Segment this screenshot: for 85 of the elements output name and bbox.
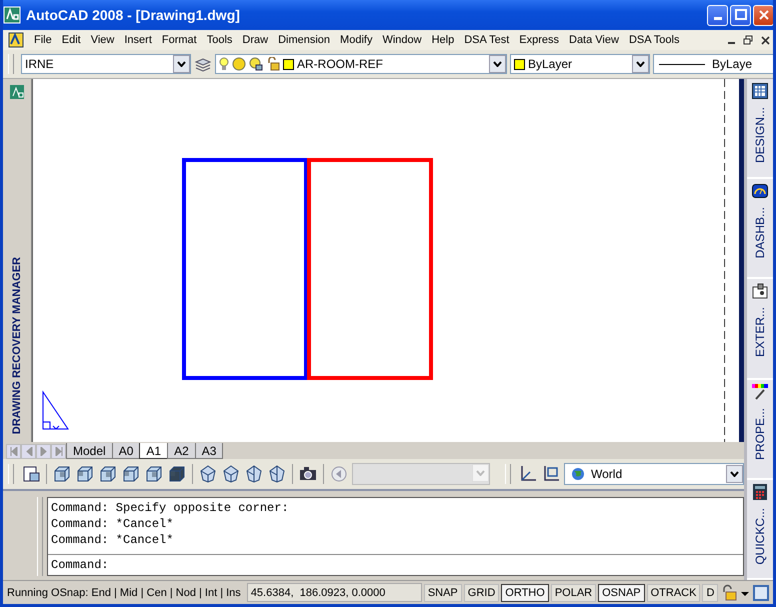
minimize-button[interactable] <box>707 4 728 26</box>
calculator-icon <box>752 484 768 500</box>
restore-icon <box>743 35 753 45</box>
menu-item[interactable]: File <box>30 34 58 46</box>
layout-tab[interactable]: Model <box>66 443 113 459</box>
grid-icon <box>752 83 768 99</box>
sun-icon <box>249 57 263 71</box>
caret-icon <box>493 61 502 67</box>
palette-icon <box>752 384 768 400</box>
layer-dropdown[interactable]: AR-ROOM-REF <box>215 54 507 74</box>
palette-title: DRAWING RECOVERY MANAGER <box>11 256 23 434</box>
app-icon <box>3 6 21 24</box>
linetype-dropdown[interactable]: ByLaye <box>653 54 773 74</box>
isometric-view-icon[interactable] <box>198 464 218 484</box>
menu-item[interactable]: Help <box>428 34 460 46</box>
menu-item[interactable]: Draw <box>238 34 274 46</box>
isometric-view-icon[interactable] <box>221 464 241 484</box>
status-toggle[interactable]: OTRACK <box>646 584 700 602</box>
status-toggle[interactable]: POLAR <box>550 584 596 602</box>
isometric-view-icon[interactable] <box>244 464 264 484</box>
gauge-icon <box>752 183 768 200</box>
color-swatch <box>283 58 294 70</box>
status-toggle[interactable]: SNAP <box>424 584 462 602</box>
cube-icon[interactable] <box>144 464 164 484</box>
layout-tab[interactable]: A3 <box>194 443 224 459</box>
menu-item[interactable]: Window <box>378 34 428 46</box>
cube-icon[interactable] <box>98 464 118 484</box>
command-history-line: Command: *Cancel* <box>51 516 174 532</box>
menu-item[interactable]: Data View <box>565 34 625 46</box>
command-line[interactable]: Command: <box>48 554 743 575</box>
caret-icon <box>636 61 645 67</box>
layer-state-dropdown[interactable]: IRNE <box>21 54 191 74</box>
right-arrow-icon <box>40 447 48 456</box>
first-icon <box>10 447 18 456</box>
coordinates-display: 45.6384, 186.0923, 0.0000 <box>246 583 422 602</box>
caret-icon <box>177 61 186 67</box>
caret-icon <box>730 471 739 477</box>
menu-item[interactable]: DSA Tools <box>624 34 686 46</box>
left-arrow-icon <box>24 447 32 456</box>
last-icon <box>54 447 62 456</box>
padlock-icon <box>266 57 280 71</box>
minimize-icon <box>714 17 722 20</box>
ucs-dropdown[interactable]: World <box>564 463 744 485</box>
status-toggle[interactable]: D <box>702 584 718 602</box>
color-dropdown[interactable]: ByLayer <box>510 54 650 74</box>
menu-item[interactable]: View <box>86 34 120 46</box>
bulb-icon <box>219 56 229 72</box>
menu-item[interactable]: Edit <box>58 34 87 46</box>
sun-icon <box>232 57 246 71</box>
clipboard-icon <box>752 283 768 300</box>
menu-item[interactable]: Format <box>158 34 203 46</box>
app-icon <box>10 85 24 99</box>
menu-item[interactable]: Tools <box>202 34 238 46</box>
osnap-status: Running OSnap: End | Mid | Cen | Nod | Int | Ins <box>7 586 241 598</box>
command-history-line: Command: Specify opposite corner: <box>51 500 290 516</box>
globe-icon <box>571 467 585 481</box>
status-toggle[interactable]: GRID <box>464 584 500 602</box>
cube-icon[interactable] <box>167 464 187 484</box>
status-toggle[interactable]: OSNAP <box>598 584 645 602</box>
layout-tab[interactable]: A0 <box>112 443 140 459</box>
layout-tab[interactable]: A2 <box>167 443 196 459</box>
caret-icon <box>476 470 485 476</box>
cube-icon[interactable] <box>121 464 141 484</box>
minimize-icon <box>728 42 734 44</box>
maximize-icon <box>734 9 746 21</box>
view-manager-icon[interactable] <box>21 464 41 484</box>
command-history-line: Command: *Cancel* <box>51 532 174 548</box>
menu-item[interactable]: Insert <box>120 34 158 46</box>
status-toggle[interactable]: ORTHO <box>501 584 549 602</box>
close-icon <box>760 36 770 44</box>
cube-icon[interactable] <box>52 464 72 484</box>
document-icon <box>8 32 24 48</box>
menu-item[interactable]: Express <box>515 34 565 46</box>
isometric-view-icon[interactable] <box>267 464 287 484</box>
menu-item[interactable]: Dimension <box>274 34 336 46</box>
window-title: AutoCAD 2008 - [Drawing1.dwg] <box>26 7 241 23</box>
close-icon <box>758 9 770 21</box>
menu-item[interactable]: Modify <box>336 34 378 46</box>
maximize-button[interactable] <box>730 4 751 26</box>
close-button[interactable] <box>753 4 773 26</box>
cube-icon[interactable] <box>75 464 95 484</box>
ucs-icon <box>42 390 69 430</box>
menu-item[interactable]: DSA Test <box>460 34 516 46</box>
clean-screen-icon[interactable] <box>752 584 770 602</box>
layout-tab[interactable]: A1 <box>139 443 168 459</box>
